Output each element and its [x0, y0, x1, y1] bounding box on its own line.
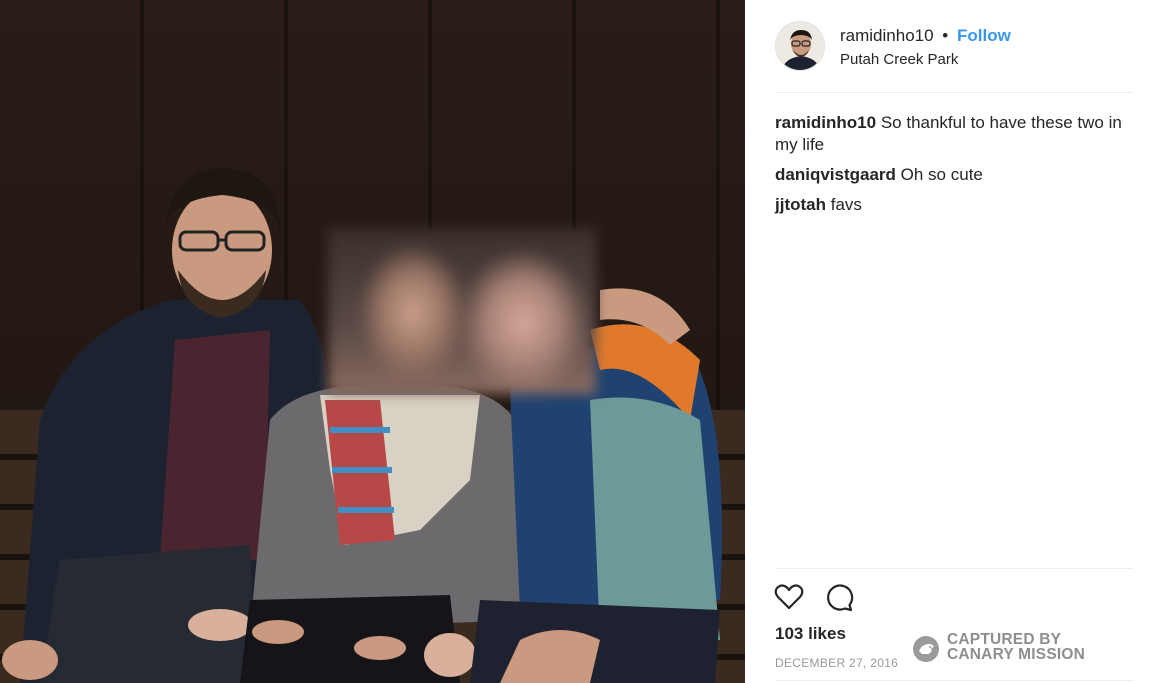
- comment-button[interactable]: [823, 581, 855, 613]
- post-location[interactable]: Putah Creek Park: [840, 51, 958, 68]
- comment-text: Oh so cute: [900, 165, 983, 184]
- post-username[interactable]: ramidinho10: [840, 26, 934, 45]
- comment-list: ramidinho10 So thankful to have these tw…: [775, 112, 1140, 224]
- like-button[interactable]: [773, 581, 805, 613]
- comment-username[interactable]: jjtotah: [775, 195, 826, 214]
- follow-button[interactable]: Follow: [957, 26, 1011, 45]
- separator-dot: •: [942, 26, 949, 45]
- comment-icon: [827, 584, 854, 612]
- header-divider: [775, 92, 1133, 93]
- comment-item: ramidinho10 So thankful to have these tw…: [775, 112, 1140, 156]
- user-avatar[interactable]: [775, 21, 825, 71]
- comment-item: jjtotah favs: [775, 194, 1140, 216]
- canary-mission-watermark: CAPTURED BY CANARY MISSION: [912, 632, 1112, 668]
- watermark-text: CAPTURED BY CANARY MISSION: [947, 631, 1086, 663]
- post-details-panel: ramidinho10 • Follow Putah Creek Park ra…: [745, 0, 1161, 683]
- likes-count[interactable]: 103 likes: [775, 624, 846, 644]
- blurred-faces: [328, 228, 596, 394]
- comment-username[interactable]: daniqvistgaard: [775, 165, 896, 184]
- post-header: ramidinho10 • Follow Putah Creek Park: [775, 21, 1135, 71]
- watermark-line2: CANARY MISSION: [947, 646, 1086, 663]
- footer-divider: [775, 680, 1133, 681]
- canary-logo-icon: [913, 636, 939, 662]
- username-row: ramidinho10 • Follow: [840, 26, 1011, 46]
- post-photo[interactable]: [0, 0, 745, 683]
- comment-username[interactable]: ramidinho10: [775, 113, 876, 132]
- comment-text: favs: [830, 195, 862, 214]
- actions-divider: [775, 568, 1133, 569]
- comment-item: daniqvistgaard Oh so cute: [775, 164, 1140, 186]
- avatar-icon: [776, 22, 824, 70]
- heart-icon: [774, 584, 804, 610]
- watermark-line1: CAPTURED BY: [947, 631, 1062, 648]
- post-date: DECEMBER 27, 2016: [775, 656, 899, 670]
